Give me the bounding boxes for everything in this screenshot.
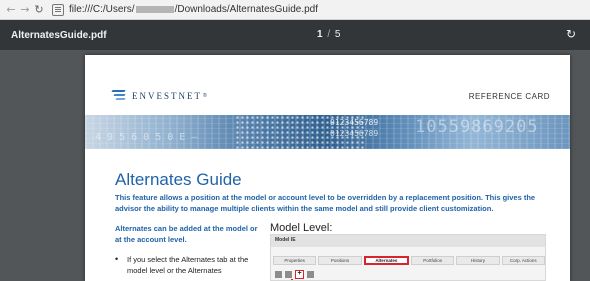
figure-print-icon	[275, 271, 282, 278]
url-prefix: file:///C:/Users/	[69, 4, 135, 15]
redacted-username	[135, 6, 174, 13]
figure-header: Model IE	[271, 235, 545, 247]
figure-tab: History	[456, 256, 500, 265]
brand-name: ENVESTNET	[132, 91, 202, 101]
header-banner-image: 4 9 5 6 0 5 0 E — 0123456789 0123456789 …	[85, 115, 570, 149]
document-title: Alternates Guide	[115, 170, 242, 189]
figure-toolbar: +	[275, 270, 314, 279]
page-indicator: 1 / 5	[317, 29, 340, 40]
arrow-right-icon: →	[20, 3, 30, 16]
envestnet-logo-mark-icon	[110, 89, 128, 103]
pdf-page: ENVESTNET ® REFERENCE CARD 4 9 5 6 0 5 0…	[85, 55, 570, 281]
rotate-button[interactable]: ↻	[564, 27, 578, 41]
figure-tab: Corp. Actions	[501, 256, 545, 265]
reload-button[interactable]: ↻	[32, 2, 46, 18]
reload-icon: ↻	[34, 3, 44, 16]
intro-text: Alternates can be added at the model or …	[115, 224, 258, 244]
figure-add-icon: +	[295, 270, 304, 279]
figure-tab: Positions	[318, 256, 362, 265]
figure-tab: Portfolios	[410, 256, 455, 265]
total-pages: 5	[334, 29, 341, 40]
forward-button[interactable]: →	[18, 2, 32, 18]
bullet-text: If you select the Alternates tab at the …	[127, 255, 249, 275]
pdf-file-title: AlternatesGuide.pdf	[11, 29, 107, 41]
figure-label: Model Level:	[270, 222, 333, 234]
bullet-item: • If you select the Alternates tab at th…	[115, 254, 260, 276]
figure-delete-icon	[307, 271, 314, 278]
document-description: This feature allows a position at the mo…	[115, 193, 536, 213]
back-button[interactable]: ←	[4, 2, 18, 18]
browser-address-bar: ← → ↻ file:///C:/Users/ /Downloads/Alter…	[0, 0, 590, 20]
file-icon	[52, 3, 64, 16]
banner-text-mid1: 0123456789	[330, 118, 379, 127]
figure-tab-alternates-highlighted: Alternates	[363, 256, 409, 265]
current-page[interactable]: 1	[317, 29, 323, 40]
banner-text-mid2: 0123456789	[330, 129, 379, 138]
figure-tabs: Properties Positions Alternates Portfoli…	[273, 256, 545, 265]
reference-card-label: REFERENCE CARD	[468, 92, 550, 101]
envestnet-logo: ENVESTNET ®	[110, 89, 207, 103]
figure-folder-icon	[285, 271, 292, 278]
banner-text-right: 10559869205	[415, 117, 539, 137]
brand-registered-mark: ®	[203, 93, 207, 99]
banner-text-left: 4 9 5 6 0 5 0 E —	[95, 132, 198, 143]
url-field[interactable]: file:///C:/Users/ /Downloads/AlternatesG…	[69, 4, 318, 15]
arrow-left-icon: ←	[6, 3, 16, 16]
left-column: Alternates can be added at the model or …	[115, 223, 260, 276]
bullet-icon: •	[115, 254, 119, 264]
url-suffix: /Downloads/AlternatesGuide.pdf	[174, 4, 318, 15]
model-level-figure: Model IE Properties Positions Alternates…	[270, 234, 546, 281]
figure-tab: Properties	[273, 256, 317, 265]
rotate-icon: ↻	[565, 27, 577, 41]
pdf-toolbar: AlternatesGuide.pdf 1 / 5 ↻	[0, 20, 590, 50]
page-separator: /	[327, 29, 331, 40]
